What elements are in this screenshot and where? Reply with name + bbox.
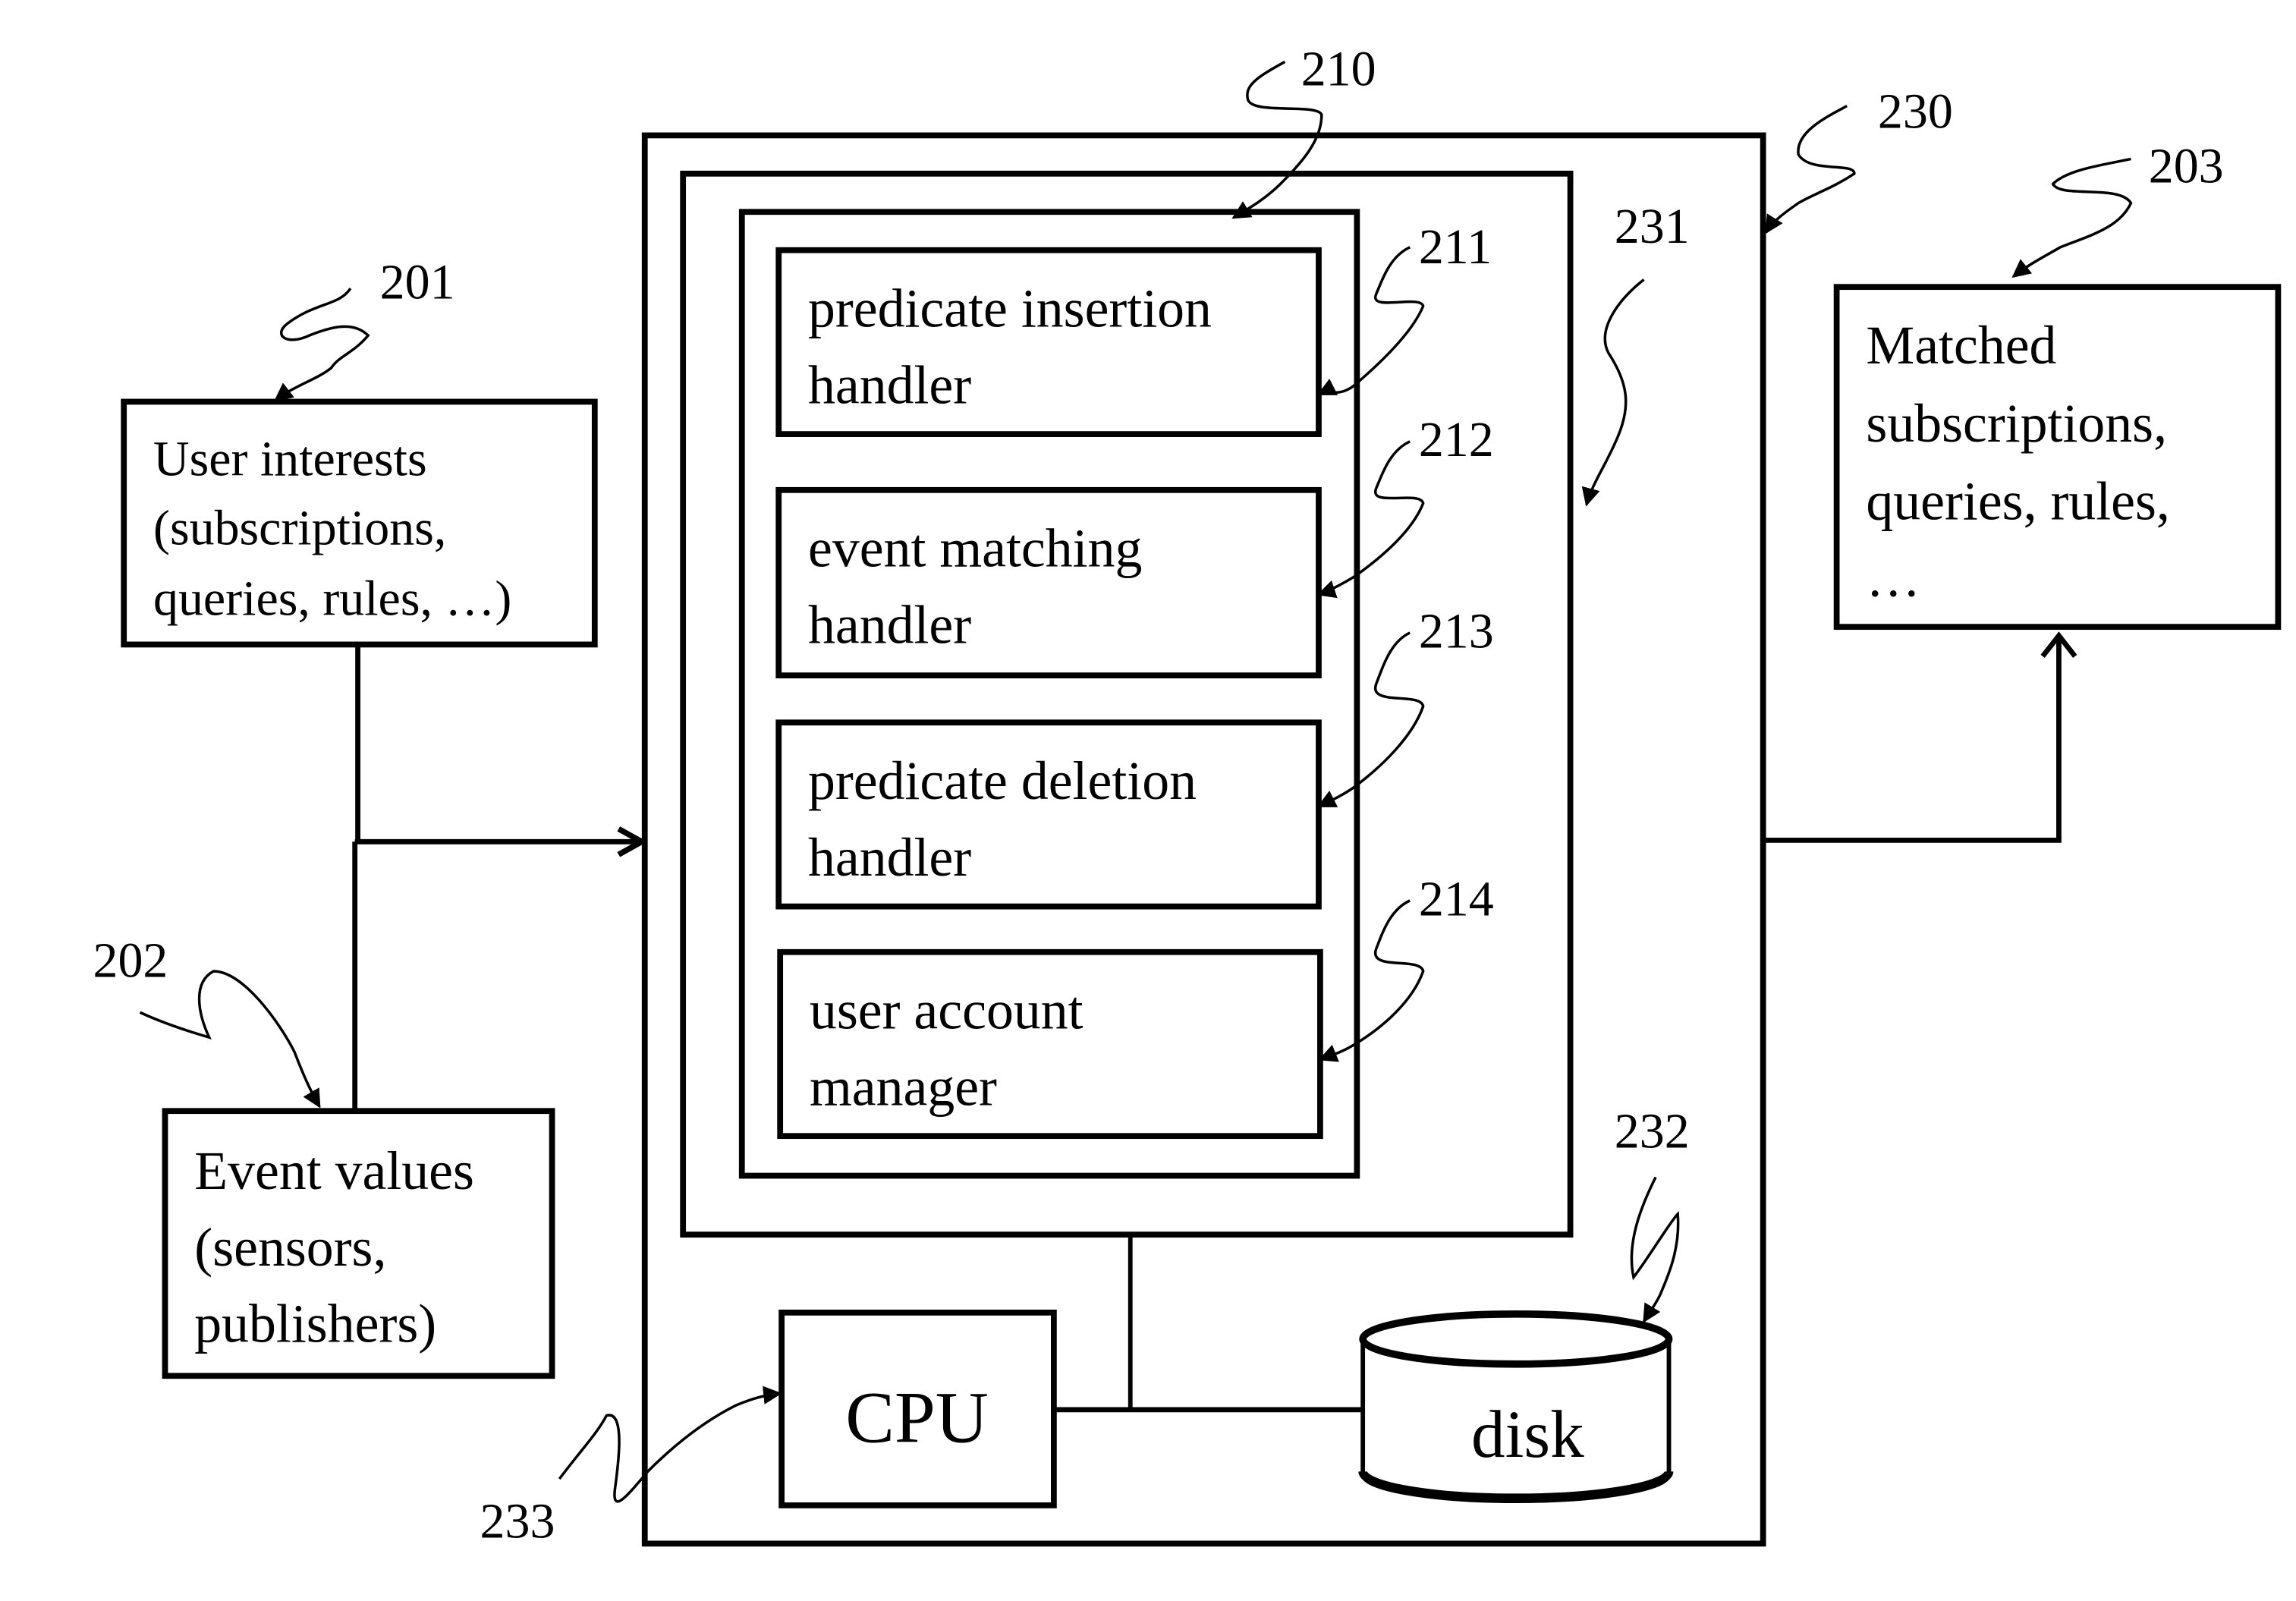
handler-211-box: predicate insertion handler bbox=[775, 247, 1322, 437]
disk-label: disk bbox=[1471, 1398, 1584, 1472]
ref-202: 202 bbox=[93, 933, 168, 989]
handler-211-line-1: predicate insertion bbox=[808, 278, 1212, 339]
cpu-label: CPU bbox=[845, 1377, 989, 1458]
leader-201 bbox=[274, 288, 370, 401]
ref-233: 233 bbox=[480, 1494, 555, 1549]
event-values-line-1: Event values bbox=[194, 1140, 474, 1201]
event-values-line-3: publishers) bbox=[194, 1294, 436, 1354]
handler-213-line-1: predicate deletion bbox=[808, 750, 1197, 811]
ref-212: 212 bbox=[1419, 412, 1494, 467]
ref-213: 213 bbox=[1419, 603, 1494, 659]
ref-203: 203 bbox=[2149, 138, 2224, 193]
user-interests-line-3: queries, rules, …) bbox=[153, 571, 511, 627]
ref-232: 232 bbox=[1615, 1104, 1690, 1159]
handler-213-line-2: handler bbox=[808, 827, 971, 888]
handler-214-line-1: user account bbox=[810, 980, 1084, 1041]
leader-202 bbox=[139, 970, 321, 1109]
output-connector bbox=[1763, 635, 2062, 843]
matched-line-2: subscriptions, bbox=[1866, 393, 2167, 454]
handler-214-box: user account manager bbox=[777, 948, 1323, 1140]
handler-212-line-1: event matching bbox=[808, 518, 1142, 579]
handler-212-line-2: handler bbox=[808, 594, 971, 655]
handler-214-line-2: manager bbox=[810, 1056, 997, 1117]
disk-icon: disk bbox=[1358, 1310, 1674, 1504]
leader-230 bbox=[1765, 105, 1856, 234]
leader-203 bbox=[2011, 157, 2133, 278]
matched-line-1: Matched bbox=[1866, 315, 2056, 376]
user-interests-line-1: User interests bbox=[153, 431, 427, 486]
event-values-line-2: (sensors, bbox=[194, 1217, 386, 1278]
ref-211: 211 bbox=[1419, 219, 1492, 275]
handler-212-box: event matching handler bbox=[775, 486, 1322, 679]
ref-214: 214 bbox=[1419, 871, 1494, 926]
ref-230: 230 bbox=[1878, 84, 1953, 140]
user-interests-box: User interests (subscriptions, queries, … bbox=[121, 398, 598, 648]
matched-line-4: … bbox=[1866, 547, 1920, 608]
event-values-box: Event values (sensors, publishers) bbox=[162, 1108, 555, 1379]
ref-201: 201 bbox=[380, 255, 455, 310]
matched-line-3: queries, rules, bbox=[1866, 471, 2169, 532]
ref-231: 231 bbox=[1615, 199, 1690, 254]
system-diagram: User interests (subscriptions, queries, … bbox=[93, 41, 2282, 1549]
user-interests-line-2: (subscriptions, bbox=[153, 501, 446, 556]
ref-210: 210 bbox=[1301, 41, 1376, 96]
handler-213-box: predicate deletion handler bbox=[775, 719, 1322, 910]
cpu-box: CPU bbox=[778, 1310, 1057, 1508]
matched-box: Matched subscriptions, queries, rules, … bbox=[1833, 284, 2282, 631]
handler-211-line-2: handler bbox=[808, 354, 971, 415]
